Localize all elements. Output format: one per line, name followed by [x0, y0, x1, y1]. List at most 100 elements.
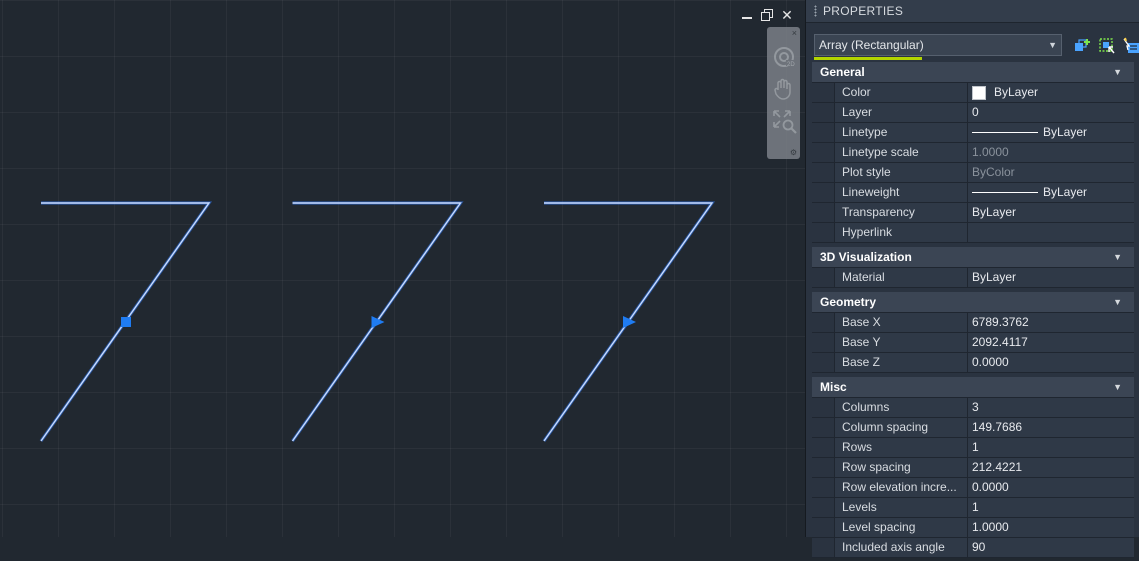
- object-type-dropdown[interactable]: Array (Rectangular) ▼: [814, 34, 1062, 56]
- property-row-base-y[interactable]: Base Y 2092.4117: [812, 333, 1134, 353]
- row-gutter: [812, 268, 835, 287]
- property-value-field[interactable]: 149.7686: [968, 418, 1134, 437]
- property-row-layer[interactable]: Layer 0: [812, 103, 1134, 123]
- section-header-geometry[interactable]: Geometry ▼: [812, 292, 1134, 313]
- array-drawing[interactable]: [0, 0, 805, 537]
- property-row-linetype[interactable]: Linetype ByLayer: [812, 123, 1134, 143]
- property-row-lineweight[interactable]: Lineweight ByLayer: [812, 183, 1134, 203]
- property-value-field[interactable]: 1: [968, 498, 1134, 517]
- property-value: 0: [972, 105, 979, 119]
- property-name: Column spacing: [835, 418, 968, 437]
- base-point-grip[interactable]: [121, 317, 131, 327]
- property-row-column-spacing[interactable]: Column spacing 149.7686: [812, 418, 1134, 438]
- property-row-row-spacing[interactable]: Row spacing 212.4221: [812, 458, 1134, 478]
- property-value-field[interactable]: 3: [968, 398, 1134, 417]
- navbar-close-icon[interactable]: ×: [792, 28, 797, 38]
- quick-select-icon[interactable]: [1122, 37, 1139, 55]
- property-value-field[interactable]: 1.0000: [968, 143, 1134, 162]
- row-gutter: [812, 538, 835, 557]
- property-row-row-elevation-incre[interactable]: Row elevation incre... 0.0000: [812, 478, 1134, 498]
- row-gutter: [812, 478, 835, 497]
- row-gutter: [812, 163, 835, 182]
- property-value: 0.0000: [972, 480, 1009, 494]
- collapse-arrow-icon[interactable]: ▼: [1113, 292, 1122, 312]
- property-value: 6789.3762: [972, 315, 1029, 329]
- row-gutter: [812, 83, 835, 102]
- property-row-included-axis-angle[interactable]: Included axis angle 90: [812, 538, 1134, 558]
- property-value-field[interactable]: 0: [968, 103, 1134, 122]
- property-value-field[interactable]: ByLayer: [968, 203, 1134, 222]
- section-title: 3D Visualization: [820, 250, 912, 264]
- property-row-level-spacing[interactable]: Level spacing 1.0000: [812, 518, 1134, 538]
- section-title: Geometry: [820, 295, 877, 309]
- property-value: 0.0000: [972, 355, 1009, 369]
- row-gutter: [812, 313, 835, 332]
- pan-hand-icon[interactable]: [770, 75, 797, 102]
- toggle-pickadd-icon[interactable]: [1074, 37, 1092, 55]
- property-value-field[interactable]: 6789.3762: [968, 313, 1134, 332]
- section-header-general[interactable]: General ▼: [812, 62, 1134, 83]
- navbar-settings-icon[interactable]: ⚙: [790, 148, 797, 157]
- viewport-window-controls: ✕: [740, 6, 794, 24]
- property-row-plot-style[interactable]: Plot style ByColor: [812, 163, 1134, 183]
- property-row-linetype-scale[interactable]: Linetype scale 1.0000: [812, 143, 1134, 163]
- array-item-seven[interactable]: [39, 201, 213, 442]
- property-name: Base Y: [835, 333, 968, 352]
- property-value-field[interactable]: 0.0000: [968, 353, 1134, 372]
- property-value-field[interactable]: 2092.4117: [968, 333, 1134, 352]
- drawing-canvas[interactable]: ✕ × 2D ⚙: [0, 0, 805, 537]
- property-value-field[interactable]: ByLayer: [968, 268, 1134, 287]
- property-value-field[interactable]: ByLayer: [968, 123, 1134, 142]
- collapse-arrow-icon[interactable]: ▼: [1113, 247, 1122, 267]
- row-gutter: [812, 183, 835, 202]
- property-value: 2092.4117: [972, 335, 1028, 349]
- section-header-misc[interactable]: Misc ▼: [812, 377, 1134, 398]
- property-name: Layer: [835, 103, 968, 122]
- color-swatch: [972, 85, 986, 100]
- steering-wheel-icon[interactable]: 2D: [770, 43, 797, 70]
- property-row-hyperlink[interactable]: Hyperlink: [812, 223, 1134, 243]
- property-value: 212.4221: [972, 460, 1023, 474]
- property-value-field[interactable]: [968, 223, 1134, 242]
- property-value-field[interactable]: ByLayer: [968, 183, 1134, 202]
- property-name: Linetype: [835, 123, 968, 142]
- property-value: 149.7686: [972, 420, 1023, 434]
- property-row-color[interactable]: Color ByLayer: [812, 83, 1134, 103]
- property-value-field[interactable]: 1: [968, 438, 1134, 457]
- property-row-transparency[interactable]: Transparency ByLayer: [812, 203, 1134, 223]
- property-row-base-x[interactable]: Base X 6789.3762: [812, 313, 1134, 333]
- property-value-field[interactable]: 0.0000: [968, 478, 1134, 497]
- property-row-levels[interactable]: Levels 1: [812, 498, 1134, 518]
- property-value-field[interactable]: 212.4221: [968, 458, 1134, 477]
- property-value-field[interactable]: ByLayer: [968, 83, 1134, 102]
- selector-accent-underline: [814, 57, 922, 60]
- select-objects-icon[interactable]: [1098, 37, 1116, 55]
- line-sample-icon: [972, 192, 1038, 193]
- minimize-icon[interactable]: [740, 8, 754, 22]
- property-value: ByLayer: [972, 205, 1017, 219]
- property-value-field[interactable]: ByColor: [968, 163, 1134, 182]
- property-name: Base X: [835, 313, 968, 332]
- array-item-seven[interactable]: [291, 201, 464, 442]
- palette-grip-icon[interactable]: [814, 5, 817, 17]
- property-row-material[interactable]: Material ByLayer: [812, 268, 1134, 288]
- property-row-columns[interactable]: Columns 3: [812, 398, 1134, 418]
- property-row-rows[interactable]: Rows 1: [812, 438, 1134, 458]
- chevron-down-icon: ▼: [1048, 40, 1057, 50]
- restore-icon[interactable]: [760, 8, 774, 22]
- array-item-seven[interactable]: [542, 201, 716, 442]
- navigation-bar: × 2D ⚙: [767, 27, 800, 159]
- property-name: Level spacing: [835, 518, 968, 537]
- palette-title-bar[interactable]: PROPERTIES: [806, 0, 1139, 23]
- property-value-field[interactable]: 1.0000: [968, 518, 1134, 537]
- property-value-field[interactable]: 90: [968, 538, 1134, 557]
- svg-text:2D: 2D: [787, 62, 795, 68]
- close-icon[interactable]: ✕: [780, 8, 794, 22]
- collapse-arrow-icon[interactable]: ▼: [1113, 62, 1122, 82]
- property-value: ByLayer: [1043, 125, 1088, 139]
- property-row-base-z[interactable]: Base Z 0.0000: [812, 353, 1134, 373]
- property-name: Color: [835, 83, 968, 102]
- section-header-3d-visualization[interactable]: 3D Visualization ▼: [812, 247, 1134, 268]
- zoom-extents-icon[interactable]: [770, 107, 797, 134]
- collapse-arrow-icon[interactable]: ▼: [1113, 377, 1122, 397]
